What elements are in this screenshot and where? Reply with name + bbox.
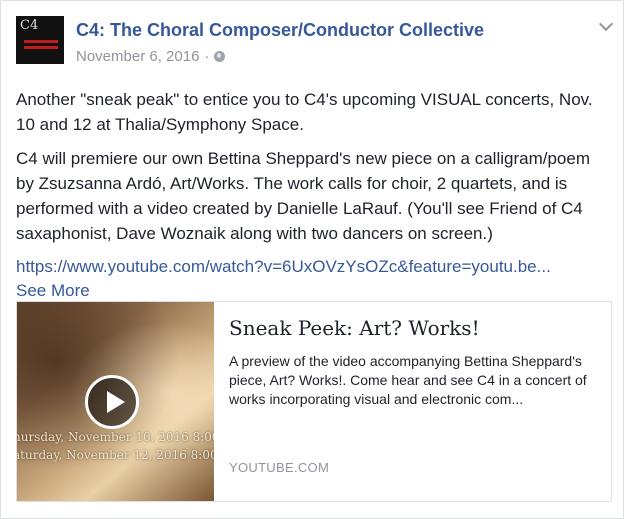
card-title[interactable]: Sneak Peek: Art? Works! xyxy=(229,316,599,340)
thumbnail-caption: aturday, November 12, 2016 8:00 p xyxy=(17,448,214,462)
video-thumbnail[interactable]: hursday, November 10, 2016 8:00 p aturda… xyxy=(17,302,214,501)
post-meta: November 6, 2016 · xyxy=(76,48,226,65)
thumbnail-caption: hursday, November 10, 2016 8:00 p xyxy=(17,430,214,444)
card-body: Sneak Peek: Art? Works! A preview of the… xyxy=(229,316,599,409)
post-card: C4 C4: The Choral Composer/Conductor Col… xyxy=(0,0,624,519)
card-description: A preview of the video accompanying Bett… xyxy=(229,353,587,407)
globe-icon[interactable] xyxy=(214,51,226,62)
meta-separator: · xyxy=(204,48,210,65)
chevron-down-icon[interactable] xyxy=(598,16,614,32)
page-avatar[interactable]: C4 xyxy=(16,16,64,64)
post-paragraph: Another "sneak peak" to entice you to C4… xyxy=(16,90,593,134)
youtube-link[interactable]: https://www.youtube.com/watch?v=6UxOVzYs… xyxy=(16,257,551,276)
page-name-link[interactable]: C4: The Choral Composer/Conductor Collec… xyxy=(76,20,484,41)
see-more-link[interactable]: See More xyxy=(16,278,611,303)
post-text: Another "sneak peak" to entice you to C4… xyxy=(16,87,611,303)
post-date[interactable]: November 6, 2016 xyxy=(76,48,199,65)
card-domain: YOUTUBE.COM xyxy=(229,460,330,475)
link-preview-card[interactable]: hursday, November 10, 2016 8:00 p aturda… xyxy=(16,301,612,502)
post-paragraph: C4 will premiere our own Bettina Sheppar… xyxy=(16,149,590,243)
play-icon[interactable] xyxy=(85,375,139,429)
